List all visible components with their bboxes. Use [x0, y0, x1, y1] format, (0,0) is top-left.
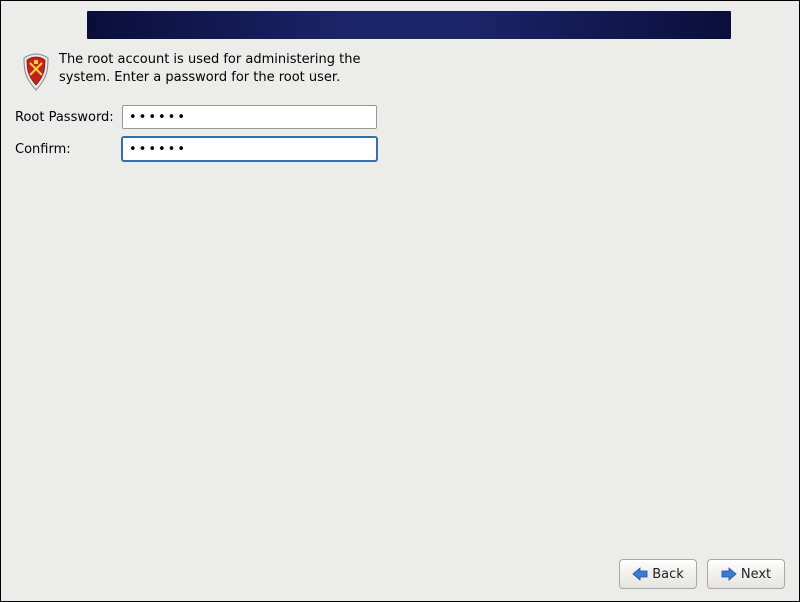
button-bar: Back Next — [619, 559, 785, 589]
next-button[interactable]: Next — [707, 559, 785, 589]
root-password-input[interactable] — [122, 105, 377, 129]
shield-icon — [21, 53, 51, 91]
description-row: The root account is used for administeri… — [15, 51, 785, 91]
confirm-password-row: Confirm: — [15, 137, 785, 161]
next-button-label: Next — [741, 567, 771, 582]
back-button[interactable]: Back — [619, 559, 697, 589]
header-banner — [87, 11, 731, 39]
root-password-label: Root Password: — [15, 110, 122, 125]
arrow-right-icon — [721, 567, 737, 581]
description-text: The root account is used for administeri… — [59, 51, 389, 86]
arrow-left-icon — [632, 567, 648, 581]
confirm-password-input[interactable] — [122, 137, 377, 161]
back-button-label: Back — [652, 567, 684, 582]
root-password-row: Root Password: — [15, 105, 785, 129]
confirm-password-label: Confirm: — [15, 142, 122, 157]
main-content: The root account is used for administeri… — [15, 51, 785, 169]
